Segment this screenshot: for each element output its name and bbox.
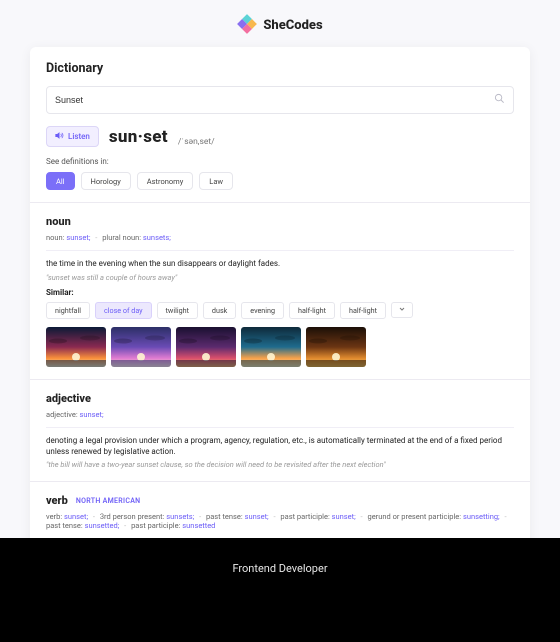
category-chip-all[interactable]: All bbox=[46, 172, 75, 190]
category-chip-astronomy[interactable]: Astronomy bbox=[137, 172, 194, 190]
section-sublabel: noun: sunset; - plural noun: sunsets; bbox=[46, 233, 514, 242]
image-thumbnail[interactable] bbox=[46, 327, 106, 367]
section-tag: NORTH AMERICAN bbox=[76, 497, 141, 505]
section-title: adjective bbox=[46, 392, 514, 405]
main-card: Dictionary Listen sun·set /ˈsən,set/ See… bbox=[30, 47, 530, 590]
section-adjective: adjective adjective: sunset; denoting a le… bbox=[46, 392, 514, 470]
footer-bar: Frontend Developer bbox=[0, 538, 560, 642]
section-title: verbNORTH AMERICAN bbox=[46, 494, 514, 507]
synonym-chip[interactable]: half-light bbox=[340, 302, 386, 319]
search-input[interactable] bbox=[55, 95, 494, 105]
similar-label: Similar: bbox=[46, 288, 514, 297]
image-row bbox=[46, 327, 514, 367]
brand-icon bbox=[237, 14, 257, 37]
footer-label: Frontend Developer bbox=[232, 562, 327, 642]
listen-button[interactable]: Listen bbox=[46, 126, 99, 147]
category-chip-law[interactable]: Law bbox=[199, 172, 233, 190]
synonym-chip[interactable]: twilight bbox=[157, 302, 198, 319]
search-field[interactable] bbox=[46, 86, 514, 114]
phonetic: /ˈsən,set/ bbox=[178, 136, 215, 147]
image-thumbnail[interactable] bbox=[111, 327, 171, 367]
listen-label: Listen bbox=[68, 132, 90, 141]
page-title: Dictionary bbox=[46, 61, 514, 76]
synonym-chip[interactable]: nightfall bbox=[46, 302, 90, 319]
headword-row: Listen sun·set /ˈsən,set/ bbox=[46, 126, 514, 147]
category-chip-horology[interactable]: Horology bbox=[81, 172, 131, 190]
synonym-more-button[interactable] bbox=[391, 302, 413, 318]
brand: SheCodes bbox=[237, 14, 322, 37]
synonym-chip[interactable]: close of day bbox=[95, 302, 152, 319]
see-definitions-label: See definitions in: bbox=[46, 157, 514, 166]
headword: sun·set bbox=[109, 127, 168, 147]
image-thumbnail[interactable] bbox=[176, 327, 236, 367]
example-text: "the bill will have a two-year sunset cl… bbox=[46, 460, 514, 469]
section-sublabel: adjective: sunset; bbox=[46, 410, 514, 419]
synonym-chip[interactable]: half-light bbox=[289, 302, 335, 319]
image-thumbnail[interactable] bbox=[241, 327, 301, 367]
synonym-chip[interactable]: dusk bbox=[203, 302, 236, 319]
similar-row: nightfall close of day twilight dusk evening… bbox=[46, 302, 514, 319]
category-row: All Horology Astronomy Law bbox=[46, 172, 514, 190]
page: SheCodes Dictionary Listen sun·set /ˈsən… bbox=[0, 0, 560, 590]
volume-icon bbox=[55, 131, 64, 142]
example-text: "sunset was still a couple of hours away… bbox=[46, 273, 514, 282]
image-thumbnail[interactable] bbox=[306, 327, 366, 367]
section-sublabel: verb: sunset; - 3rd person present: suns… bbox=[46, 512, 514, 530]
section-title: noun bbox=[46, 215, 514, 228]
definition-text: the time in the evening when the sun dis… bbox=[46, 259, 514, 270]
brand-name: SheCodes bbox=[263, 18, 322, 33]
synonym-chip[interactable]: evening bbox=[241, 302, 284, 319]
search-icon bbox=[494, 93, 505, 107]
section-noun: noun noun: sunset; - plural noun: sunsets… bbox=[46, 215, 514, 367]
definition-text: denoting a legal provision under which a… bbox=[46, 436, 514, 458]
